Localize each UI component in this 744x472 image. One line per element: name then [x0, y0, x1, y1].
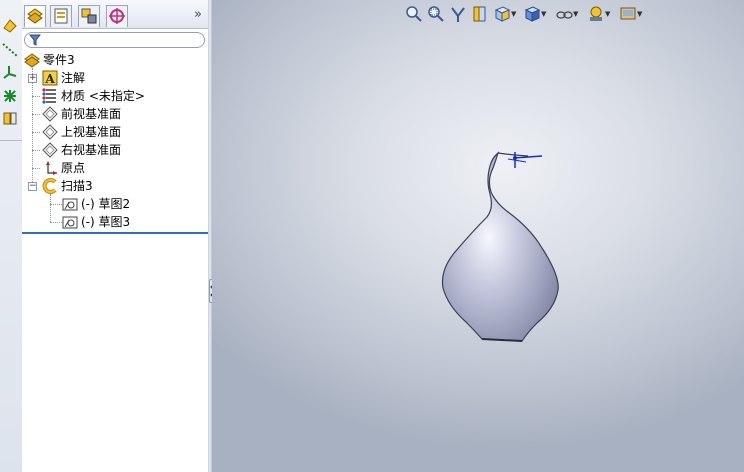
tree-item-label: 前视基准面 [61, 107, 122, 121]
svg-text:A: A [44, 72, 55, 86]
tree-connector [50, 194, 51, 222]
tree-item-label: 扫描3 [61, 179, 93, 193]
tree-item-label: 上视基准面 [61, 125, 122, 139]
sketch-icon [62, 216, 78, 229]
vase-rim [497, 152, 529, 157]
graphics-viewport[interactable]: ▼ ▼ ▼ ▼ ▼ [212, 0, 744, 472]
plane-icon [42, 142, 58, 158]
tree-connector [32, 96, 40, 97]
tree-item-material[interactable]: 材质 <未指定> [42, 87, 202, 105]
component-tool-icon[interactable] [2, 110, 18, 126]
tree-connector [50, 204, 62, 205]
expand-toggle[interactable]: + [28, 74, 37, 83]
tree-item-sketch3[interactable]: (-) 草图3 [62, 213, 202, 231]
sweep-icon [42, 178, 57, 194]
tree-item-label: (-) 草图2 [81, 197, 131, 211]
toolbar-separator [0, 140, 22, 141]
plane-icon [42, 124, 58, 140]
material-icon [42, 88, 56, 104]
tree-filter-input[interactable] [24, 32, 205, 48]
point-tool-icon[interactable] [2, 88, 18, 104]
tree-item-origin[interactable]: 原点 [42, 159, 202, 177]
tree-item-label: 注解 [61, 71, 86, 85]
dimension-tool-icon[interactable] [2, 18, 18, 34]
tree-connector [50, 222, 62, 223]
tree-connector [32, 132, 40, 133]
tree-connector [32, 150, 40, 151]
left-toolbar [0, 0, 23, 472]
vase-body [441, 151, 559, 342]
annotations-icon: A [42, 70, 58, 86]
sketch-icon [62, 198, 78, 211]
origin-icon [46, 161, 57, 175]
panel-tab-bar: » [22, 0, 208, 29]
feature-manager-tab[interactable] [24, 5, 46, 27]
tree-item-label: 原点 [61, 161, 86, 175]
collapse-toggle[interactable]: − [28, 182, 37, 191]
tree-item-annotations[interactable]: A 注解 [42, 69, 202, 87]
filter-icon [29, 34, 41, 46]
tree-item-right-plane[interactable]: 右视基准面 [42, 141, 202, 159]
property-manager-tab[interactable] [50, 5, 72, 27]
part-icon [24, 53, 40, 68]
dimxpert-tab[interactable] [106, 5, 128, 27]
line-tool-icon[interactable] [2, 42, 18, 58]
dimxpert-icon [109, 8, 125, 24]
tree-connector [32, 168, 40, 169]
configuration-manager-icon [81, 8, 97, 24]
tree-item-label: 材质 <未指定> [61, 89, 145, 103]
property-manager-icon [54, 8, 68, 24]
expand-panel-button[interactable]: » [194, 7, 202, 22]
tree-item-label: (-) 草图3 [81, 215, 131, 229]
axis-tool-icon[interactable] [2, 64, 18, 80]
feature-manager-icon [27, 8, 43, 24]
tree-item-part[interactable]: 零件3 [24, 51, 204, 69]
tree-item-sketch2[interactable]: (-) 草图2 [62, 195, 202, 213]
tree-item-front-plane[interactable]: 前视基准面 [42, 105, 202, 123]
tree-item-sweep[interactable]: 扫描3 [42, 177, 202, 195]
tree-item-label: 右视基准面 [61, 143, 122, 157]
tree-item-top-plane[interactable]: 上视基准面 [42, 123, 202, 141]
vase-model[interactable] [212, 0, 744, 472]
tree-connector [32, 114, 40, 115]
tree-item-label: 零件3 [43, 53, 75, 67]
feature-manager-panel: » 零件3 + A 注解 材质 <未指定> 前视基准面 上视基准面 右视基准面 … [22, 0, 208, 472]
plane-icon [42, 106, 58, 122]
rollback-bar[interactable] [22, 232, 208, 234]
configuration-manager-tab[interactable] [78, 5, 100, 27]
